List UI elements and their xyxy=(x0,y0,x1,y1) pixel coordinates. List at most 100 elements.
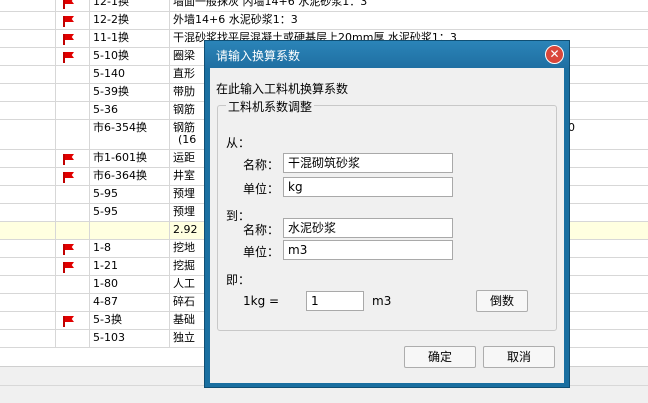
flag-icon xyxy=(62,34,76,45)
row-index-cell xyxy=(0,66,56,83)
row-index-cell xyxy=(0,222,56,239)
row-index-cell xyxy=(0,84,56,101)
flag-icon xyxy=(62,16,76,27)
flag-icon xyxy=(62,0,76,9)
table-row[interactable]: 12-2换 外墙14+6 水泥砂浆1：3 xyxy=(0,12,648,30)
ratio-input[interactable]: 1 xyxy=(306,291,364,311)
desc-text: 墙面一般抹灰 内墙14+6 水泥砂浆1：3 xyxy=(173,0,368,8)
code-cell: 1-80 xyxy=(90,276,170,293)
flag-cell xyxy=(56,186,90,203)
desc-text: 独立 xyxy=(173,331,195,344)
close-icon[interactable]: ✕ xyxy=(545,45,564,64)
row-index-cell xyxy=(0,240,56,257)
row-index-cell xyxy=(0,186,56,203)
row-index-cell xyxy=(0,30,56,47)
desc-text: 预埋 xyxy=(173,205,195,218)
code-cell: 1-8 xyxy=(90,240,170,257)
row-index-cell xyxy=(0,0,56,11)
code-cell: 5-36 xyxy=(90,102,170,119)
row-index-cell xyxy=(0,120,56,149)
code-cell: 5-3换 xyxy=(90,312,170,329)
row-index-cell xyxy=(0,312,56,329)
cancel-button[interactable]: 取消 xyxy=(483,346,555,368)
from-label: 从： xyxy=(226,136,251,150)
flag-cell xyxy=(56,120,90,149)
code-cell: 4-87 xyxy=(90,294,170,311)
desc-text: 2.92 xyxy=(173,223,198,236)
code-cell: 12-1换 xyxy=(90,0,170,11)
desc-text: 基础 xyxy=(173,313,195,326)
desc-text: 碎石 xyxy=(173,295,195,308)
flag-icon xyxy=(62,262,76,273)
desc-cell: 墙面一般抹灰 内墙14+6 水泥砂浆1：3 xyxy=(170,0,648,11)
flag-icon xyxy=(62,244,76,255)
desc-text: 井室 xyxy=(173,169,195,182)
code-cell: 5-10换 xyxy=(90,48,170,65)
desc-cell: 外墙14+6 水泥砂浆1：3 xyxy=(170,12,648,29)
desc-text: 圈梁 xyxy=(173,49,195,62)
desc-text-line2: (16 xyxy=(178,133,197,146)
row-index-cell xyxy=(0,294,56,311)
flag-icon xyxy=(62,172,76,183)
to-name-label: 名称： xyxy=(243,223,280,237)
flag-cell xyxy=(56,66,90,83)
from-name-label: 名称： xyxy=(243,158,280,172)
from-unit-label: 单位： xyxy=(243,182,280,196)
reciprocal-button[interactable]: 倒数 xyxy=(476,290,528,312)
code-cell: 市1-601换 xyxy=(90,150,170,167)
flag-cell xyxy=(56,204,90,221)
from-name-field[interactable]: 干混砌筑砂浆 xyxy=(283,153,453,173)
from-unit-field[interactable]: kg xyxy=(283,177,453,197)
dialog-titlebar[interactable]: 请输入换算系数 ✕ xyxy=(205,41,569,68)
row-index-cell xyxy=(0,330,56,347)
row-index-cell xyxy=(0,258,56,275)
row-index-cell xyxy=(0,12,56,29)
row-index-cell xyxy=(0,48,56,65)
desc-text: 直形 xyxy=(173,67,195,80)
code-cell xyxy=(90,222,170,239)
flag-icon xyxy=(62,52,76,63)
code-cell: 5-140 xyxy=(90,66,170,83)
code-cell: 市6-364换 xyxy=(90,168,170,185)
desc-text: 带肋 xyxy=(173,85,195,98)
to-name-field[interactable]: 水泥砂浆 xyxy=(283,218,453,238)
code-cell: 12-2换 xyxy=(90,12,170,29)
code-cell: 5-95 xyxy=(90,186,170,203)
desc-text: 钢筋 xyxy=(173,103,195,116)
row-index-cell xyxy=(0,168,56,185)
flag-cell xyxy=(56,330,90,347)
row-index-cell xyxy=(0,150,56,167)
code-cell: 市6-354换 xyxy=(90,120,170,149)
code-cell: 5-95 xyxy=(90,204,170,221)
dialog-body: 在此输入工料机换算系数 工料机系数调整 从： 名称： 干混砌筑砂浆 单位： kg… xyxy=(210,68,564,383)
adjust-group: 工料机系数调整 从： 名称： 干混砌筑砂浆 单位： kg 到： 名称： 水泥砂浆… xyxy=(217,98,557,331)
desc-text: 预埋 xyxy=(173,187,195,200)
flag-icon xyxy=(62,316,76,327)
ratio-label: 即： xyxy=(226,273,251,287)
ratio-left: 1kg = xyxy=(243,294,280,308)
dialog-hint: 在此输入工料机换算系数 xyxy=(216,82,349,96)
desc-text: 挖地 xyxy=(173,241,195,254)
code-cell: 11-1换 xyxy=(90,30,170,47)
dialog-title: 请输入换算系数 xyxy=(216,49,301,63)
ratio-right: m3 xyxy=(372,294,392,308)
to-unit-label: 单位： xyxy=(243,245,280,259)
to-unit-field[interactable]: m3 xyxy=(283,240,453,260)
code-cell: 5-39换 xyxy=(90,84,170,101)
ok-button[interactable]: 确定 xyxy=(404,346,476,368)
desc-text: 运距 xyxy=(173,151,195,164)
row-index-cell xyxy=(0,102,56,119)
flag-cell xyxy=(56,84,90,101)
flag-cell xyxy=(56,276,90,293)
flag-cell xyxy=(56,222,90,239)
code-cell: 1-21 xyxy=(90,258,170,275)
coefficient-dialog: 请输入换算系数 ✕ 在此输入工料机换算系数 工料机系数调整 从： 名称： 干混砌… xyxy=(204,40,570,388)
desc-text: 挖掘 xyxy=(173,259,195,272)
flag-cell xyxy=(56,294,90,311)
row-index-cell xyxy=(0,276,56,293)
code-cell: 5-103 xyxy=(90,330,170,347)
table-row[interactable]: 12-1换 墙面一般抹灰 内墙14+6 水泥砂浆1：3 xyxy=(0,0,648,12)
group-title: 工料机系数调整 xyxy=(226,98,315,115)
desc-text: 外墙14+6 水泥砂浆1：3 xyxy=(173,13,298,26)
row-index-cell xyxy=(0,204,56,221)
